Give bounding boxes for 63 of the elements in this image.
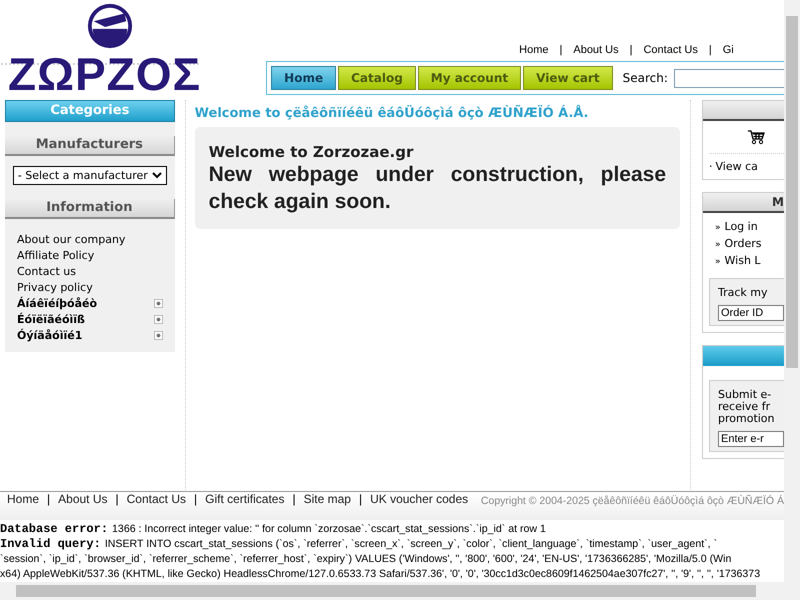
separator: | bbox=[630, 44, 632, 56]
error-text: 1366 : Incorrect integer value: '' for column `zorzosae`.`cscart_stat_sessions`.`ip_id` at row 1 bbox=[112, 523, 546, 535]
copyright-text: Copyright © 2004-2025 çëåêôñïíéêü êáôÜóôçìá ôçò ÆÙÑÆÏÓ Á bbox=[480, 494, 784, 509]
separator: | bbox=[116, 492, 119, 506]
top-link[interactable]: Contact Us bbox=[643, 44, 698, 56]
view-cart-link[interactable]: View ca bbox=[716, 160, 758, 173]
footer-link[interactable]: Gift certificates bbox=[205, 492, 284, 506]
chevron-icon[interactable] bbox=[152, 172, 162, 179]
separator: | bbox=[708, 44, 712, 56]
manufacturer-dropdown[interactable]: - Select a manufacturer bbox=[12, 166, 167, 185]
cart-icon[interactable] bbox=[747, 129, 765, 145]
nav-tab[interactable]: My account bbox=[418, 66, 522, 90]
bullet: » bbox=[715, 257, 721, 267]
sidebar-link[interactable]: Contact us bbox=[17, 264, 76, 278]
separator: | bbox=[47, 492, 50, 506]
footer-link[interactable]: About Us bbox=[58, 492, 108, 506]
sidebar-link[interactable]: Áíáêïéíþóåéò bbox=[17, 296, 98, 310]
sidebar-link[interactable]: About our company bbox=[17, 232, 126, 246]
bullet: » bbox=[715, 223, 721, 233]
account-link[interactable]: Orders bbox=[724, 237, 762, 250]
sidebar-link[interactable]: Óýíäåóìïé1 bbox=[17, 328, 82, 342]
bullet: » bbox=[715, 240, 721, 250]
top-link[interactable]: About Us bbox=[573, 44, 619, 56]
sidebar-link[interactable]: Éóïëïãéóìïß bbox=[17, 312, 85, 326]
bullet: · bbox=[709, 160, 712, 173]
separator: | bbox=[358, 492, 362, 506]
horizontal-scrollbar[interactable] bbox=[0, 582, 800, 600]
panel-title: M bbox=[703, 193, 784, 213]
sidebar-link[interactable]: Privacy policy bbox=[17, 280, 93, 294]
notice-title: Welcome to Zorzozae.gr bbox=[208, 143, 414, 161]
separator: | bbox=[194, 492, 198, 506]
newsletter-text: Submit e- receive fr promotion bbox=[718, 389, 776, 425]
nav-tab[interactable]: Catalog bbox=[338, 66, 416, 90]
error-label: Invalid query: bbox=[0, 537, 101, 551]
footer-link[interactable]: Site map bbox=[304, 492, 351, 506]
error-label: Database error: bbox=[0, 522, 108, 536]
nav-tab[interactable]: View cart bbox=[523, 66, 613, 90]
manufacturers-header: Manufacturers bbox=[5, 136, 175, 156]
separator: | bbox=[560, 44, 562, 56]
account-link[interactable]: Log in bbox=[724, 220, 758, 233]
order-id-field[interactable]: Order ID bbox=[718, 305, 784, 321]
footer-link[interactable]: Home bbox=[7, 492, 40, 506]
account-link[interactable]: Wish L bbox=[724, 254, 761, 267]
track-label: Track my bbox=[718, 287, 769, 299]
information-header: Information bbox=[5, 199, 175, 219]
nav-tab[interactable]: Home bbox=[271, 66, 336, 90]
error-text: `session`, `ip_id`, `browser_id`, `referrer_scheme`, `referrer_host`, `expiry`) VALUES ('Windows', '', '800', '600', '24', 'EN-US', '1736366285', 'Mozilla/5.0 (Win bbox=[0, 553, 732, 565]
categories-header: Categories bbox=[5, 100, 175, 122]
error-text: INSERT INTO cscart_stat_sessions (`os`, `referrer`, `screen_x`, `screen_y`, `color`, `client_language`, `timestamp`, `user_agent`, ` bbox=[104, 538, 718, 550]
error-text: x64) AppleWebKit/537.36 (KHTML, like Gecko) HeadlessChrome/127.0.6533.73 Safari/537.36', '0', '0', '30cc1d3c0ec8609f1462504ae307fc27', '', '9', '', '', '1736373 bbox=[0, 568, 760, 580]
page-heading: Welcome to çëåêôñïíéêü êáôÜóôçìá ôçò ÆÙÑÆÏÓ Á.Å. bbox=[194, 106, 590, 121]
top-link[interactable]: Home bbox=[519, 44, 548, 56]
logo-text[interactable]: ΖΩΡΖΟΣ bbox=[8, 52, 202, 96]
footer-link[interactable]: UK voucher codes bbox=[370, 492, 468, 506]
email-field[interactable]: Enter e-r bbox=[718, 431, 784, 447]
separator: | bbox=[292, 492, 296, 506]
notice-text: New webpage under construction, please check again soon. bbox=[208, 162, 666, 215]
vertical-scrollbar[interactable] bbox=[784, 0, 800, 582]
top-link[interactable]: Gi bbox=[722, 44, 734, 56]
footer-link[interactable]: Contact Us bbox=[126, 492, 186, 506]
logo-icon bbox=[86, 2, 134, 50]
search-label: Search: bbox=[622, 71, 668, 85]
sidebar-link[interactable]: Affiliate Policy bbox=[17, 248, 94, 262]
